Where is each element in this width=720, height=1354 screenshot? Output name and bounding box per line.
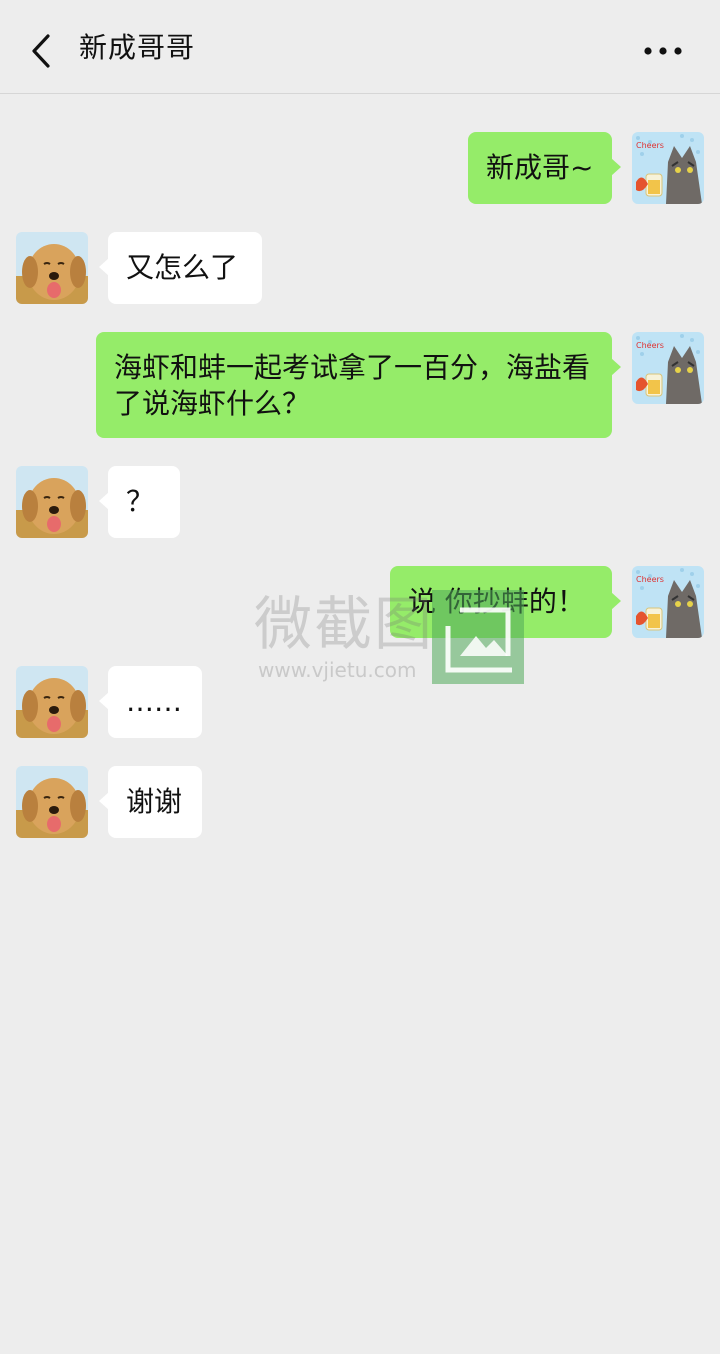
message-row: 海虾和蚌一起考试拿了一百分，海盐看了说海虾什么？ Cheers	[0, 332, 720, 438]
svg-text:Cheers: Cheers	[636, 341, 664, 350]
message-bubble-sent[interactable]: 说 你抄蚌的！	[390, 566, 621, 638]
more-dots-icon	[644, 47, 682, 55]
message-bubble-sent[interactable]: 海虾和蚌一起考试拿了一百分，海盐看了说海虾什么？	[96, 332, 621, 438]
dog-avatar[interactable]	[16, 766, 88, 838]
more-button[interactable]	[636, 28, 696, 72]
message-bubble-received[interactable]: 又怎么了	[99, 232, 262, 304]
back-button[interactable]	[20, 24, 64, 74]
dog-avatar[interactable]	[16, 232, 88, 304]
cat-avatar[interactable]: Cheers	[632, 566, 704, 638]
message-bubble-sent[interactable]: 新成哥~	[468, 132, 621, 204]
message-row: 说 你抄蚌的！ Cheers	[0, 566, 720, 638]
dog-avatar[interactable]	[16, 666, 88, 738]
message-row: 谢谢	[0, 766, 720, 838]
svg-text:Cheers: Cheers	[636, 575, 664, 584]
chevron-left-icon	[32, 34, 50, 68]
chat-title: 新成哥哥	[79, 31, 196, 64]
message-row: 新成哥~ Cheers	[0, 132, 720, 204]
dog-avatar[interactable]	[16, 466, 88, 538]
message-row: ？	[0, 466, 720, 538]
message-row: ……	[0, 666, 720, 738]
message-bubble-received[interactable]: ……	[99, 666, 202, 738]
svg-text:Cheers: Cheers	[636, 141, 664, 150]
cat-avatar[interactable]: Cheers	[632, 332, 704, 404]
message-bubble-received[interactable]: ？	[99, 466, 180, 538]
message-row: 又怎么了	[0, 232, 720, 304]
chat-header: 新成哥哥	[0, 0, 720, 94]
message-bubble-received[interactable]: 谢谢	[99, 766, 202, 838]
cat-avatar[interactable]: Cheers	[632, 132, 704, 204]
chat-screen: 新成哥哥 新成哥~ Cheers 又怎么了 海虾和蚌一起考试拿了一百分，海盐看了…	[0, 0, 720, 1354]
